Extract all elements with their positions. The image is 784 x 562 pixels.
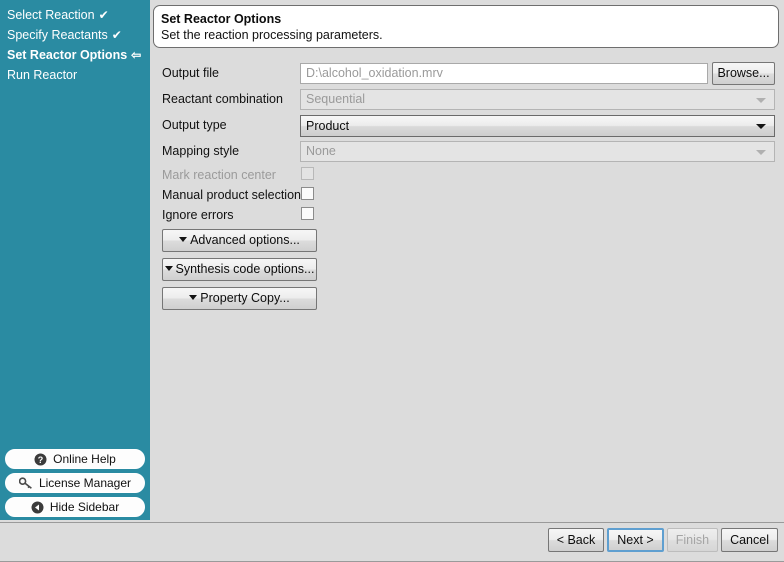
row-reactant-combination: Reactant combination Sequential [150,88,784,110]
check-icon: ✔ [111,28,122,42]
svg-text:?: ? [38,455,44,465]
output-type-select[interactable]: Product [300,115,775,137]
triangle-down-icon [189,295,198,301]
mark-reaction-center-checkbox[interactable] [301,167,314,180]
synthesis-code-options-button[interactable]: Synthesis code options... [162,258,317,281]
navigation-buttons: < Back Next > Finish Cancel [547,528,778,552]
synthesis-code-options-label: Synthesis code options... [175,262,315,276]
page-title: Set Reactor Options [161,12,282,26]
sidebar-step-label: Select Reaction [7,8,95,22]
license-manager-label: License Manager [38,476,132,490]
help-circle-icon: ? [34,453,47,466]
row-manual-product-selection: Manual product selection [150,184,784,206]
sidebar-step-run-reactor[interactable]: Run Reactor [7,65,147,85]
property-copy-button[interactable]: Property Copy... [162,287,317,310]
check-icon: ✔ [98,8,109,22]
ignore-errors-checkbox[interactable] [301,207,314,220]
page-header: Set Reactor Options Set the reaction pro… [153,5,779,48]
advanced-options-button[interactable]: Advanced options... [162,229,317,252]
finish-button: Finish [666,528,719,552]
manual-product-selection-label: Manual product selection [162,188,301,202]
mapping-style-label: Mapping style [162,144,240,158]
reactant-combination-label: Reactant combination [162,92,283,106]
application-window: Select Reaction ✔ Specify Reactants ✔ Set … [0,0,784,562]
browse-button[interactable]: Browse... [712,62,775,85]
back-button[interactable]: < Back [547,528,605,552]
license-manager-button[interactable]: License Manager [5,473,145,493]
sidebar-step-label: Set Reactor Options [7,48,128,62]
triangle-down-icon [179,237,188,243]
sidebar-step-select-reaction[interactable]: Select Reaction ✔ [7,5,147,25]
key-icon [18,476,33,490]
next-button[interactable]: Next > [607,528,664,552]
ignore-errors-label: Ignore errors [162,208,234,222]
page-subtitle: Set the reaction processing parameters. [161,28,383,42]
output-type-label: Output type [162,118,227,132]
chevron-down-icon [756,97,766,103]
mapping-style-value: None [306,144,336,158]
advanced-options-label: Advanced options... [190,233,300,247]
row-mapping-style: Mapping style None [150,140,784,162]
output-file-input[interactable]: D:\alcohol_oxidation.mrv [300,63,708,84]
property-copy-label: Property Copy... [200,291,290,305]
output-type-value: Product [306,119,350,133]
online-help-label: Online Help [53,452,116,466]
row-ignore-errors: Ignore errors [150,204,784,226]
manual-product-selection-checkbox[interactable] [301,187,314,200]
hide-sidebar-button[interactable]: Hide Sidebar [5,497,145,517]
sidebar-step-set-reactor-options[interactable]: Set Reactor Options ⇦ [7,45,147,65]
chevron-down-icon [756,149,766,155]
output-file-label: Output file [162,66,219,80]
sidebar-actions: ? Online Help License Manager Hide Sideb… [5,449,145,517]
row-output-type: Output type Product [150,114,784,137]
cancel-button[interactable]: Cancel [721,528,778,552]
mapping-style-select[interactable]: None [300,141,775,162]
sidebar-step-specify-reactants[interactable]: Specify Reactants ✔ [7,25,147,45]
left-arrow-icon: ⇦ [131,48,142,62]
triangle-down-icon [164,266,173,272]
online-help-button[interactable]: ? Online Help [5,449,145,469]
main-panel: Set Reactor Options Set the reaction pro… [150,0,784,522]
wizard-footer: < Back Next > Finish Cancel [0,522,784,562]
mark-reaction-center-label: Mark reaction center [162,168,276,182]
reactant-combination-select[interactable]: Sequential [300,89,775,110]
row-output-file: Output file D:\alcohol_oxidation.mrv Bro… [150,62,784,85]
reactant-combination-value: Sequential [306,92,366,106]
hide-sidebar-label: Hide Sidebar [49,500,120,514]
sidebar-step-label: Run Reactor [7,68,78,82]
sidebar-step-label: Specify Reactants [7,28,108,42]
wizard-sidebar: Select Reaction ✔ Specify Reactants ✔ Set … [0,0,150,520]
row-mark-reaction-center: Mark reaction center [150,164,784,186]
back-circle-icon [31,501,44,514]
chevron-down-icon [756,124,766,129]
